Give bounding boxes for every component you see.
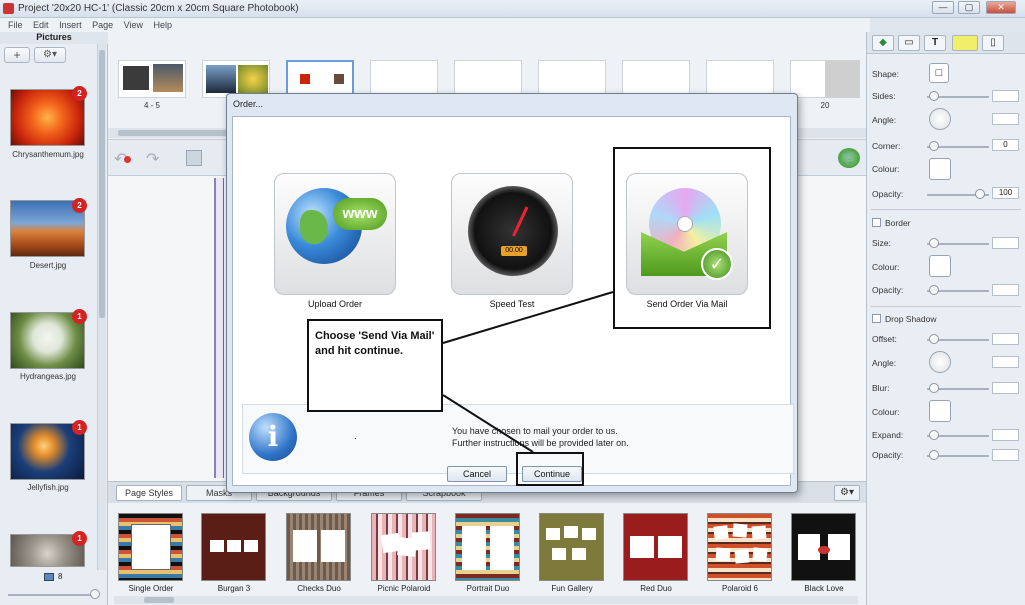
callout-text: Choose 'Send Via Mail' and hit continue. — [315, 330, 435, 357]
callout-line-to-mail — [442, 291, 614, 344]
callout-line-to-continue — [442, 394, 534, 453]
instruction-callout: Choose 'Send Via Mail' and hit continue. — [307, 319, 443, 412]
annotation-lines — [442, 291, 614, 453]
